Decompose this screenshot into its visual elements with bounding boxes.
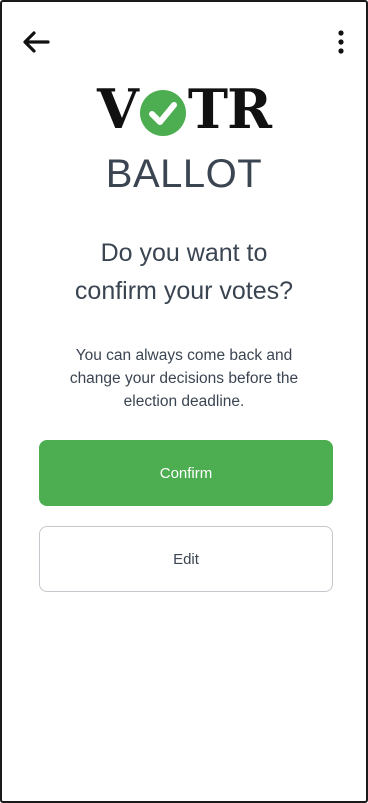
edit-button[interactable]: Edit: [39, 526, 333, 592]
app-screen: V TR BALLOT Do you want to confirm your …: [0, 0, 368, 803]
info-text: You can always come back and change your…: [32, 344, 336, 413]
info-line-1: You can always come back and: [75, 347, 293, 364]
question-line-2: confirm your votes?: [74, 277, 294, 305]
votr-logo: V TR: [2, 77, 366, 141]
info-line-3: election deadline.: [123, 393, 245, 410]
confirm-question: Do you want to confirm your votes?: [22, 234, 346, 310]
logo-text-v: V: [97, 77, 139, 141]
ballot-title: BALLOT: [105, 152, 263, 196]
question-line-1: Do you want to: [100, 239, 268, 267]
edit-button-label: Edit: [173, 550, 199, 568]
info-line-2: change your decisions before the: [69, 370, 299, 387]
arrow-left-icon: [23, 31, 50, 53]
confirm-button-label: Confirm: [159, 464, 213, 482]
back-button[interactable]: [20, 28, 52, 56]
more-options-button[interactable]: [328, 28, 354, 60]
confirm-button[interactable]: Confirm: [39, 440, 333, 506]
check-circle-icon: [139, 86, 187, 136]
logo-text-tr: TR: [187, 77, 272, 141]
more-vertical-icon: [338, 30, 344, 54]
